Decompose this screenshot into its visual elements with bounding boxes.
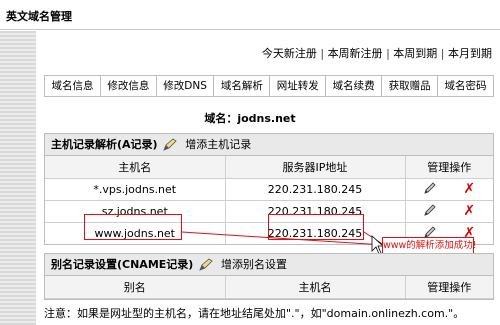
- pen-icon: [199, 257, 213, 278]
- cname-title: 别名记录设置(CNAME记录): [51, 258, 194, 271]
- cname-record-panel: 别名记录设置(CNAME记录) 增添别名设置 别名 主机名 管理操作: [44, 253, 494, 300]
- note-text: 注意：如果是网址型的主机名，请在地址结尾处加"."，如"domain.onlin…: [44, 307, 465, 320]
- cname-header: 别名记录设置(CNAME记录) 增添别名设置: [45, 254, 493, 276]
- column-header-actions: 管理操作: [404, 276, 493, 299]
- add-cname-link[interactable]: 增添别名设置: [221, 258, 287, 271]
- success-callout: www的解析添加成功!: [382, 237, 477, 254]
- column-header-alias: 别名: [45, 276, 226, 299]
- cname-table: 别名 主机名 管理操作: [45, 276, 493, 299]
- column-header-host: 主机名: [224, 276, 406, 299]
- table-header-row: 别名 主机名 管理操作: [45, 276, 493, 299]
